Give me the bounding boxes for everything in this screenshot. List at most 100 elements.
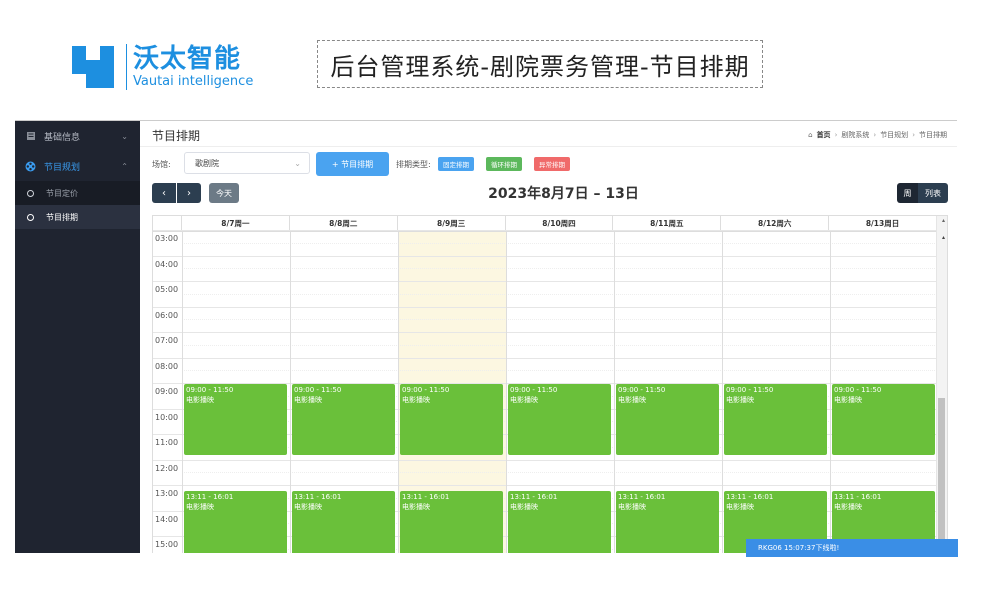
event-title: 电影播映 [618, 396, 646, 404]
event-time: 13:11 - 16:01 [834, 492, 882, 501]
schedule-event[interactable]: 13:11 - 16:01 电影播映 [508, 490, 611, 553]
hour-label: 10:00 [155, 412, 179, 422]
event-title: 电影播映 [834, 502, 862, 511]
half-hour-line [182, 472, 937, 474]
brand: 沃太智能 Vautai intelligence [126, 44, 253, 90]
schedule-event[interactable]: 09:00 - 11:50 电影播映 [292, 384, 395, 456]
event-title: 电影播映 [726, 396, 754, 404]
breadcrumb-home[interactable]: 首页 [817, 130, 831, 140]
sidebar-subitem-pricing[interactable]: 节目定价 [15, 181, 140, 205]
day-header: 8/12周六 [721, 216, 830, 231]
scroll-up-icon[interactable]: ▴ [942, 217, 945, 224]
sidebar: 基础信息 ⌄ 节目规划 ⌃ 节目定价 节目排期 [15, 121, 140, 553]
database-icon [25, 131, 36, 142]
schedule-event[interactable]: 09:00 - 11:50 电影播映 [724, 384, 827, 456]
scrollbar-thumb[interactable] [938, 398, 945, 553]
event-title: 电影播映 [510, 396, 538, 404]
breadcrumb-item[interactable]: 节目规划 [880, 130, 908, 140]
tag-recurring-schedule: 循环排期 [486, 157, 522, 171]
hour-label: 14:00 [155, 514, 179, 524]
calendar-scrollbar[interactable]: ▴ ▴ [936, 216, 947, 553]
day-column-divider [182, 232, 183, 553]
half-hour-line [182, 319, 937, 321]
event-time: 09:00 - 11:50 [402, 386, 450, 394]
time-gutter-header [153, 216, 182, 231]
chevron-right-icon: › [834, 131, 838, 139]
sidebar-item-program-planning[interactable]: 节目规划 ⌃ [15, 151, 140, 181]
brand-logo-icon [72, 46, 120, 88]
divider [140, 146, 957, 147]
event-time: 13:11 - 16:01 [186, 492, 234, 501]
hour-label: 15:00 [155, 540, 179, 549]
sidebar-subitem-label: 节目排期 [46, 212, 78, 222]
week-view-button[interactable]: 周 [897, 183, 918, 203]
chevron-up-icon: ⌃ [121, 161, 128, 171]
schedule-event[interactable]: 13:11 - 16:01 电影播映 [400, 490, 503, 553]
event-time: 13:11 - 16:01 [402, 492, 450, 501]
hour-label: 13:00 [155, 489, 179, 498]
day-column-divider [722, 232, 723, 553]
day-header: 8/11周五 [613, 216, 722, 231]
day-header: 8/7周一 [182, 216, 290, 231]
event-title: 电影播映 [618, 502, 646, 511]
week-calendar: 8/7周一 8/8周二 8/9周三 8/10周四 8/11周五 8/12周六 8… [152, 215, 948, 553]
sidebar-subitem-scheduling[interactable]: 节目排期 [15, 205, 140, 229]
schedule-event[interactable]: 09:00 - 11:50 电影播映 [400, 384, 503, 456]
half-hour-line [182, 293, 937, 295]
schedule-event[interactable]: 13:11 - 16:01 电影播映 [616, 490, 719, 553]
half-hour-line [182, 242, 937, 244]
notification-toast[interactable]: RKG06 15:07:37下线啦! [746, 539, 958, 557]
day-header: 8/13周日 [829, 216, 937, 231]
tag-fixed-schedule: 固定排期 [438, 157, 474, 171]
half-hour-line [182, 370, 937, 372]
event-time: 09:00 - 11:50 [294, 386, 342, 394]
date-range-title: 2023年8月7日 – 13日 [488, 186, 639, 202]
hour-row [153, 230, 937, 231]
day-header: 8/8周二 [290, 216, 398, 231]
schedule-event[interactable]: 13:11 - 16:01 电影播映 [292, 490, 395, 553]
venue-select[interactable]: 歌剧院 ⌄ [184, 152, 310, 174]
sidebar-item-label: 基础信息 [44, 132, 81, 143]
sidebar-item-basic-info[interactable]: 基础信息 ⌄ [15, 121, 140, 151]
hour-label: 08:00 [155, 361, 179, 371]
schedule-event[interactable]: 09:00 - 11:50 电影播映 [184, 384, 287, 456]
event-time: 09:00 - 11:50 [834, 386, 882, 394]
hour-label: 06:00 [155, 310, 179, 320]
scroll-up-icon[interactable]: ▴ [942, 234, 945, 241]
day-column-divider [830, 232, 831, 553]
hour-row [153, 255, 937, 257]
film-reel-icon [25, 161, 36, 172]
sidebar-subitem-label: 节目定价 [46, 188, 78, 198]
hour-row [153, 485, 937, 486]
event-time: 09:00 - 11:50 [726, 386, 774, 394]
hour-label: 05:00 [155, 285, 179, 294]
circle-icon [27, 189, 34, 197]
add-schedule-button[interactable]: + 节目排期 [316, 152, 389, 176]
day-header: 8/10周四 [506, 216, 614, 231]
chevron-down-icon: ⌄ [294, 158, 301, 168]
sidebar-item-label: 节目规划 [44, 162, 81, 173]
event-title: 电影播映 [294, 396, 322, 404]
hour-label: 03:00 [155, 234, 179, 243]
list-view-button[interactable]: 列表 [918, 183, 948, 203]
schedule-event[interactable]: 09:00 - 11:50 电影播映 [616, 384, 719, 456]
event-title: 电影播映 [402, 396, 430, 404]
home-icon: ⌂ [808, 131, 813, 139]
schedule-event[interactable]: 13:11 - 16:01 电影播映 [184, 490, 287, 553]
day-column-divider [290, 232, 291, 553]
hour-label: 07:00 [155, 336, 179, 345]
schedule-event[interactable]: 09:00 - 11:50 电影播映 [832, 384, 935, 456]
venue-label: 场馆: [152, 160, 171, 169]
breadcrumb-item[interactable]: 剧院系统 [841, 130, 869, 140]
schedule-event[interactable]: 09:00 - 11:50 电影播映 [508, 384, 611, 456]
schedule-type-label: 排期类型: [396, 160, 431, 169]
event-time: 09:00 - 11:50 [186, 386, 234, 394]
event-title: 电影播映 [294, 502, 322, 511]
hour-label: 04:00 [155, 259, 179, 269]
event-time: 13:11 - 16:01 [726, 492, 774, 501]
brand-subtitle: Vautai intelligence [133, 74, 254, 89]
calendar-body[interactable]: 03:00 04:00 05:00 06:00 07:00 08:00 09:00 10:00… [153, 230, 939, 553]
hour-row [153, 306, 937, 308]
main-content: 节目排期 ⌂ 首页 › 剧院系统 › 节目规划 › 节目排期 场馆: 歌剧院 ⌄… [140, 121, 957, 553]
day-column-divider [398, 232, 399, 553]
